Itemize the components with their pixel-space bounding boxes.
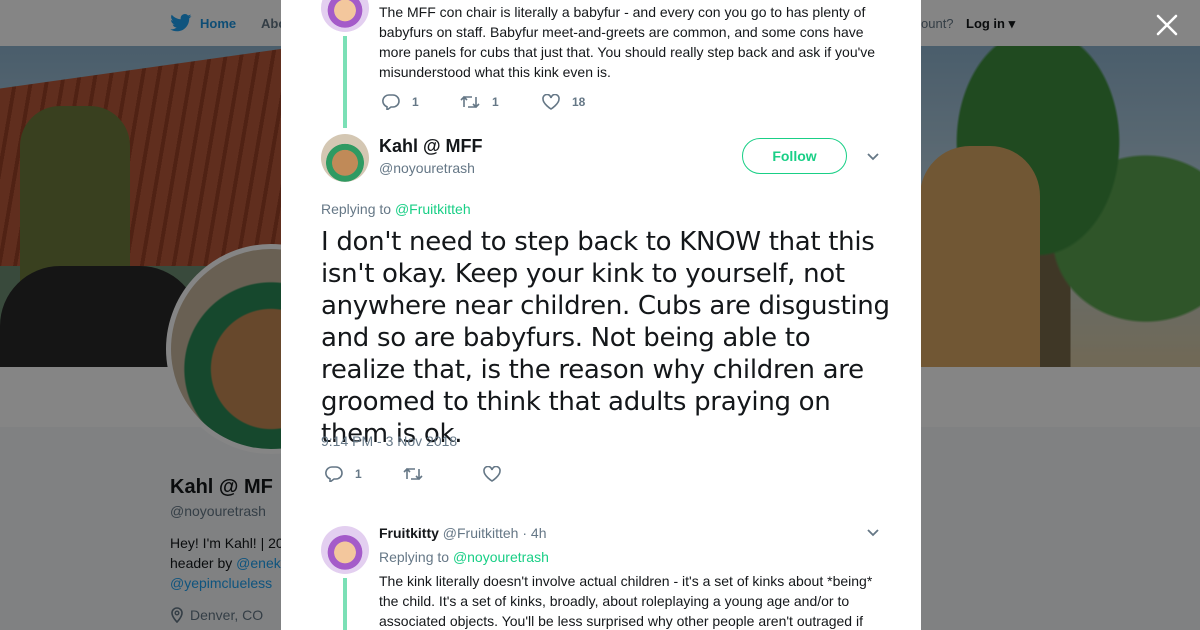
reply-count: 1 <box>355 467 362 481</box>
replying-to-label: Replying to <box>379 549 450 565</box>
like-count: 18 <box>572 95 586 109</box>
main-tweet-actions: 1 <box>325 466 501 482</box>
replying-to-mention[interactable]: @noyouretrash <box>453 549 549 565</box>
replying-to: Replying to @noyouretrash <box>379 549 549 565</box>
retweet-icon <box>403 467 423 481</box>
replying-to-label: Replying to <box>321 201 392 217</box>
avatar[interactable] <box>321 134 369 182</box>
like-button[interactable] <box>483 466 501 482</box>
reply-button[interactable]: 1 <box>325 466 403 482</box>
close-icon[interactable] <box>1154 12 1180 38</box>
reply-author-name[interactable]: Fruitkitty <box>379 525 439 541</box>
like-icon <box>542 94 560 110</box>
reply-tweet-header: Fruitkitty @Fruitkitteh · 4h <box>379 525 546 541</box>
previous-tweet-text: The MFF con chair is literally a babyfur… <box>379 4 876 80</box>
replying-to-mention[interactable]: @Fruitkitteh <box>395 201 471 217</box>
replying-to: Replying to @Fruitkitteh <box>321 201 471 217</box>
like-button[interactable]: 18 <box>542 94 585 110</box>
follow-button[interactable]: Follow <box>742 138 847 174</box>
tweet-timestamp[interactable]: 9:14 PM - 3 Nov 2018 <box>321 433 457 449</box>
avatar[interactable] <box>321 0 369 32</box>
tweet-author-name[interactable]: Kahl @ MFF <box>379 136 483 157</box>
chevron-down-icon[interactable] <box>866 150 880 164</box>
reply-button[interactable]: 1 <box>382 94 460 110</box>
thread-connector-line <box>343 36 347 128</box>
reply-count: 1 <box>412 95 419 109</box>
reply-icon <box>382 94 400 110</box>
retweet-button[interactable]: 1 <box>460 94 542 110</box>
reply-age[interactable]: · 4h <box>522 525 546 541</box>
reply-tweet-text: The kink literally doesn't involve actua… <box>379 573 873 629</box>
like-icon <box>483 466 501 482</box>
thread-connector-line <box>343 578 347 630</box>
retweet-button[interactable] <box>403 466 483 482</box>
tweet-permalink-modal: The MFF con chair is literally a babyfur… <box>281 0 921 630</box>
reply-author-handle[interactable]: @Fruitkitteh <box>443 525 519 541</box>
previous-tweet-actions: 1 1 18 <box>382 94 585 110</box>
chevron-down-icon[interactable] <box>866 526 880 540</box>
retweet-count: 1 <box>492 95 499 109</box>
retweet-icon <box>460 95 480 109</box>
reply-icon <box>325 466 343 482</box>
avatar[interactable] <box>321 526 369 574</box>
tweet-author-handle[interactable]: @noyouretrash <box>379 160 475 176</box>
tweet-text: I don't need to step back to KNOW that t… <box>321 227 890 449</box>
